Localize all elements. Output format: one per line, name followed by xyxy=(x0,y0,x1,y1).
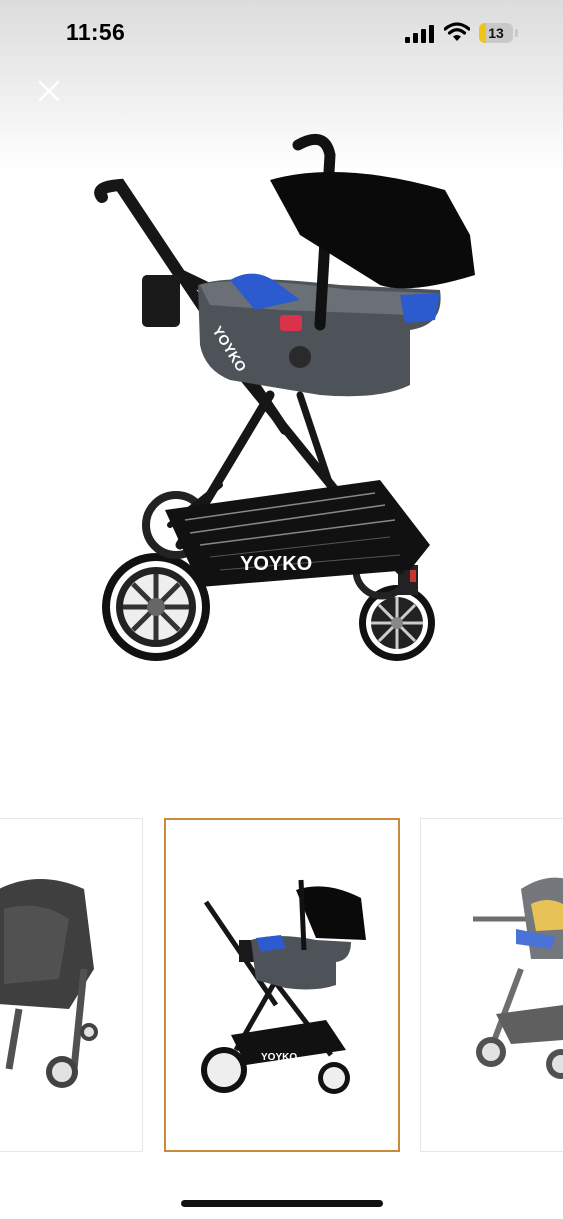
wifi-icon xyxy=(444,22,470,41)
thumbnail-stroller-carseat-selected[interactable]: YOYKO xyxy=(164,818,400,1152)
thumbnail-stroller-seat[interactable] xyxy=(0,818,143,1152)
thumbnail-image xyxy=(0,819,142,1151)
thumbnail-image: YOYKO xyxy=(201,879,366,1094)
thumbnail-stroller-grey[interactable] xyxy=(420,818,563,1152)
battery-cap xyxy=(515,29,518,37)
battery-icon: 13 xyxy=(479,23,513,43)
product-image-stroller[interactable]: YOYKO YOYKO xyxy=(80,125,500,670)
thumbnail-image xyxy=(421,819,563,1151)
status-bar: 11:56 13 xyxy=(0,0,563,66)
close-icon[interactable] xyxy=(32,74,66,108)
cup-holder xyxy=(142,275,180,327)
battery-percentage: 13 xyxy=(488,25,504,41)
canopy xyxy=(270,172,475,289)
signal-icon xyxy=(405,25,434,43)
thumbnail-gallery: YOYKO xyxy=(0,818,563,1154)
thumbnail-brand-logo: YOYKO xyxy=(261,1052,297,1063)
basket-brand-logo: YOYKO xyxy=(240,553,312,575)
home-indicator[interactable] xyxy=(181,1200,383,1207)
status-time: 11:56 xyxy=(66,19,126,45)
